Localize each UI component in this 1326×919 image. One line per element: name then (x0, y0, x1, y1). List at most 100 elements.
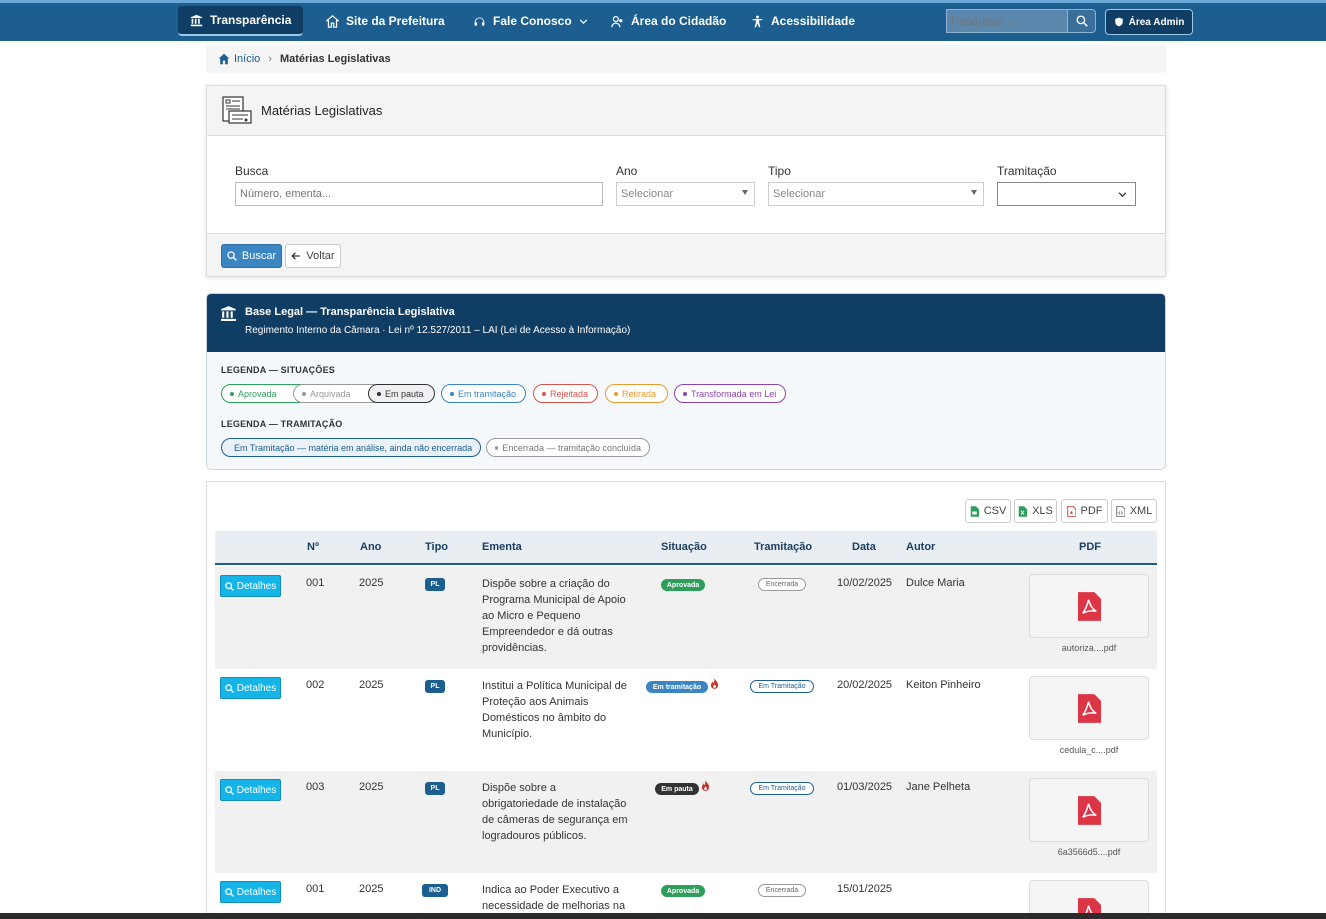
th-ementa: Ementa (482, 541, 522, 553)
tipo-select[interactable]: Selecionar (768, 182, 984, 206)
tramitacao-badge: Em Tramitação (750, 782, 814, 795)
cell-ementa: Indica ao Poder Executivo a necessidade … (482, 884, 626, 912)
nav-transparencia[interactable]: Transparência (178, 6, 304, 36)
legend-dot (683, 391, 687, 396)
nav-site-prefeitura[interactable]: Site da Prefeitura (326, 6, 445, 36)
search-icon (1075, 15, 1088, 27)
export-xml-button[interactable]: XML (1111, 499, 1157, 523)
busca-input[interactable] (235, 182, 603, 206)
tipo-badge: PL (425, 782, 445, 795)
legend-chip-situacao: Retirada (605, 384, 668, 403)
breadcrumb-separator: › (268, 53, 272, 65)
cell-ano: 2025 (359, 883, 384, 895)
cell-data: 01/03/2025 (837, 781, 893, 793)
nav-label: Site da Prefeitura (346, 14, 445, 28)
results-card: CSV XLS PDF XML Nº Ano Tipo Ementa Situa… (206, 481, 1166, 919)
cell-ementa: Dispõe sobre a obrigatoriedade de instal… (482, 782, 628, 842)
legal-basis-card: Base Legal — Transparência Legislativa R… (206, 293, 1166, 470)
legend-chip-label: Arquivada (310, 388, 351, 399)
legend-chip-label: Transformada em Lei (691, 388, 777, 399)
home-icon (326, 14, 339, 28)
admin-area-button[interactable]: Área Admin (1105, 9, 1193, 35)
legend-chip-label: Aprovada (238, 388, 277, 399)
legend-dot (230, 391, 234, 396)
search-input[interactable] (946, 9, 1068, 33)
export-pdf-button[interactable]: PDF (1061, 499, 1108, 523)
bank-icon (221, 306, 236, 321)
cell-data: 20/02/2025 (837, 679, 893, 691)
legend-dot (302, 391, 306, 396)
nav-label: Área do Cidadão (631, 14, 727, 28)
details-label: Detalhes (236, 886, 277, 898)
nav-label: Transparência (210, 13, 292, 27)
tramitacao-badge: Encerrada (758, 884, 806, 897)
ano-label: Ano (616, 164, 638, 178)
top-navbar: Transparência Site da Prefeitura Fale Co… (0, 0, 1326, 41)
filter-card: Matérias Legislativas Busca Ano Selecion… (206, 85, 1166, 277)
file-excel-icon (1018, 505, 1028, 517)
details-button[interactable]: Detalhes (220, 575, 281, 597)
legend-chip-label: Retirada (622, 388, 657, 399)
legend-dot (377, 391, 381, 396)
export-csv-button[interactable]: CSV (965, 499, 1011, 523)
pdf-download-box[interactable] (1029, 676, 1149, 740)
cell-ementa: Institui a Política Municipal de Proteçã… (482, 680, 627, 740)
legend-dot (542, 391, 546, 396)
file-code-icon (1115, 505, 1125, 517)
user-group-icon (611, 15, 623, 27)
cell-data: 15/01/2025 (837, 883, 893, 895)
pdf-download-box[interactable] (1029, 778, 1149, 842)
ano-select-value: Selecionar (621, 188, 673, 200)
legend-dot (495, 445, 499, 450)
details-button[interactable]: Detalhes (220, 779, 281, 801)
pdf-filename[interactable]: 6a3566d5....pdf (1029, 847, 1149, 857)
legend-chip-tramitacao: Em Tramitação — matéria em análise, aind… (221, 438, 481, 457)
pdf-download-box[interactable] (1029, 574, 1149, 638)
nav-fale-conosco[interactable]: Fale Conosco (473, 6, 588, 36)
cell-numero: 003 (306, 781, 325, 793)
filter-title: Matérias Legislativas (261, 103, 383, 118)
th-tramitacao: Tramitação (754, 541, 813, 553)
cell-numero: 001 (306, 883, 325, 895)
bottom-bar (0, 913, 1326, 919)
th-numero: Nº (307, 541, 319, 553)
tramitacao-badge: Em Tramitação (750, 680, 814, 693)
cell-ementa: Dispõe sobre a criação do Programa Munic… (482, 578, 626, 654)
search-icon (224, 581, 234, 591)
cell-ano: 2025 (359, 577, 384, 589)
pdf-filename[interactable]: autoriza....pdf (1029, 643, 1149, 653)
tramitacao-select[interactable] (997, 182, 1136, 206)
th-ano: Ano (360, 541, 382, 553)
export-xls-button[interactable]: XLS (1014, 499, 1057, 523)
details-button[interactable]: Detalhes (220, 677, 281, 699)
details-label: Detalhes (236, 784, 277, 796)
breadcrumb-home[interactable]: Início (218, 53, 260, 65)
th-pdf: PDF (1079, 541, 1101, 553)
voltar-button[interactable]: Voltar (285, 244, 341, 268)
nav-acessibilidade[interactable]: Acessibilidade (751, 6, 855, 36)
cell-autor: Dulce Maria (906, 577, 965, 589)
admin-label: Área Admin (1128, 16, 1185, 28)
pdf-filename[interactable]: cedula_c....pdf (1029, 745, 1149, 755)
table-header: Nº Ano Tipo Ementa Situação Tramitação D… (215, 531, 1157, 565)
legend-chip-tramitacao: Encerrada — tramitação concluída (486, 438, 650, 457)
situacao-badge: Aprovada (661, 885, 705, 897)
tipo-select-value: Selecionar (773, 188, 825, 200)
legend-chip-label: Em tramitação (458, 388, 517, 399)
legend-chip-situacao: Em pauta (368, 384, 435, 403)
export-xls-label: XLS (1032, 505, 1053, 517)
situacao-badge: Em tramitação (646, 681, 708, 693)
details-label: Detalhes (236, 682, 277, 694)
search-icon (224, 683, 234, 693)
nav-area-cidadao[interactable]: Área do Cidadão (611, 6, 726, 36)
breadcrumb-home-label: Início (234, 53, 261, 65)
details-label: Detalhes (236, 580, 277, 592)
legend-chip-label: Em pauta (385, 388, 424, 399)
search-button[interactable] (1067, 9, 1096, 33)
legend-chip-label: Rejeitada (550, 388, 589, 399)
ano-select[interactable]: Selecionar (616, 182, 755, 206)
cell-ano: 2025 (359, 781, 384, 793)
buscar-button[interactable]: Buscar (221, 244, 282, 268)
situacao-badge: Aprovada (661, 579, 705, 591)
details-button[interactable]: Detalhes (220, 881, 281, 903)
